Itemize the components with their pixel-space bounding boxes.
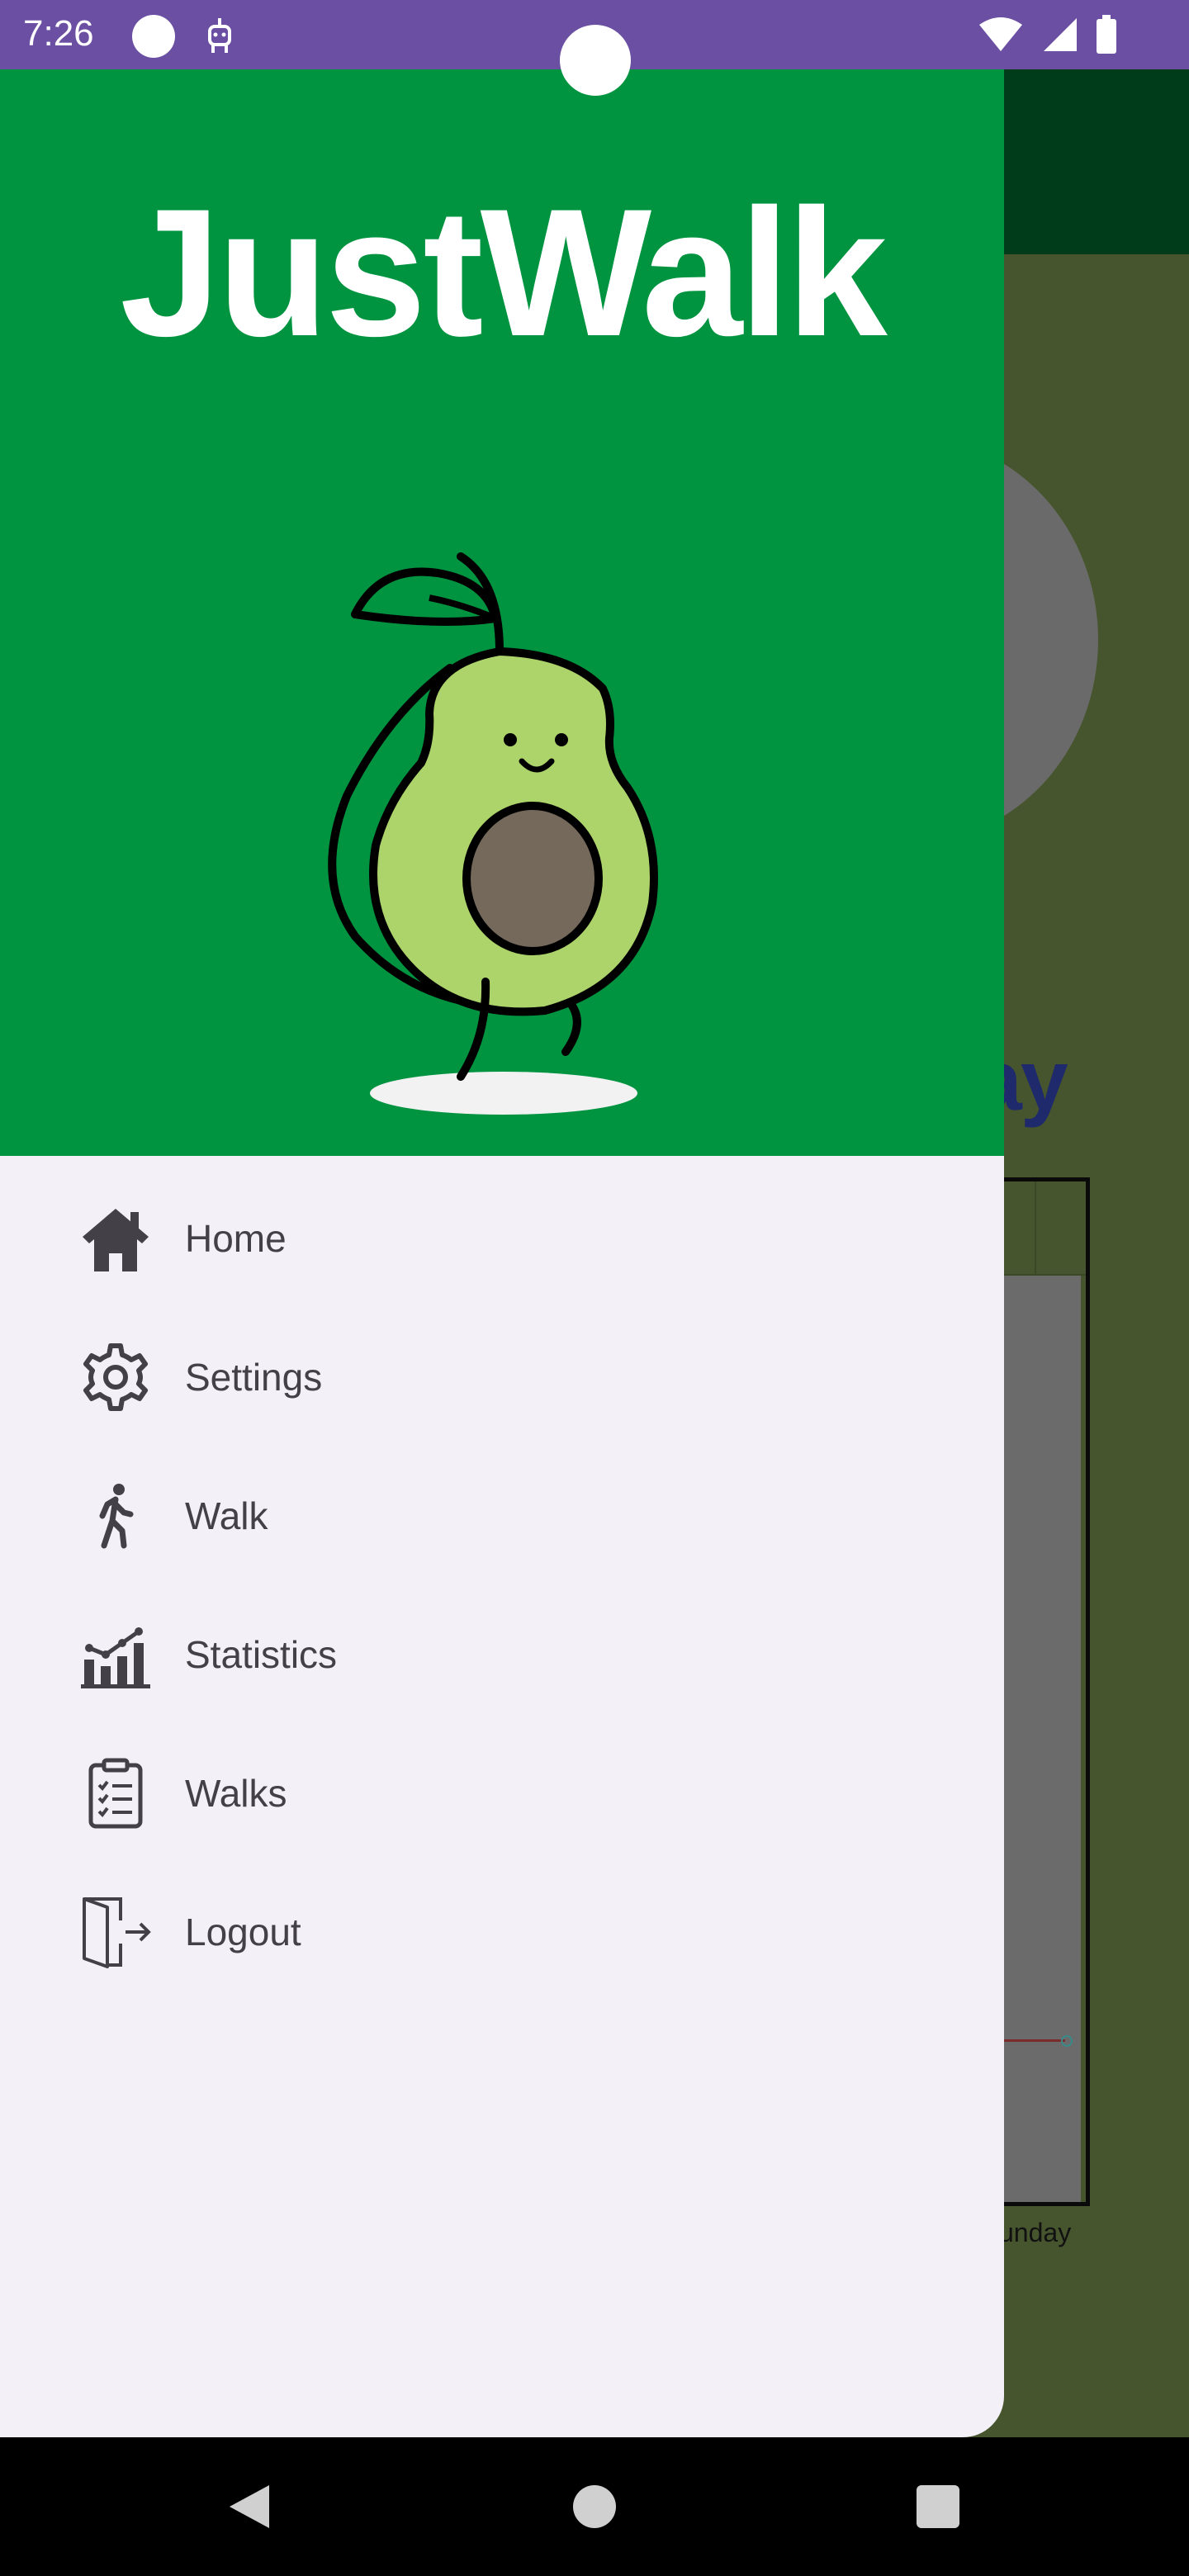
camera-cutout xyxy=(560,25,631,96)
menu-item-label: Home xyxy=(185,1217,287,1260)
menu-item-label: Logout xyxy=(185,1911,301,1953)
menu-item-walks[interactable]: Walks xyxy=(0,1727,1004,1859)
recents-icon[interactable] xyxy=(912,2480,964,2533)
cellular-signal-icon xyxy=(1044,18,1077,51)
walking-person-icon xyxy=(99,1484,134,1549)
app-title: JustWalk xyxy=(120,171,888,374)
menu-item-settings[interactable]: Settings xyxy=(0,1311,1004,1443)
avocado-mascot-icon xyxy=(328,552,658,1115)
clipboard-list-icon xyxy=(88,1758,143,1829)
home-button-icon[interactable] xyxy=(568,2480,621,2533)
notification-dot-icon xyxy=(132,15,175,58)
menu-item-label: Walk xyxy=(185,1494,268,1537)
back-icon[interactable] xyxy=(223,2480,276,2533)
menu-item-logout[interactable]: Logout xyxy=(0,1866,1004,1998)
home-icon xyxy=(83,1209,149,1271)
background-chart-line xyxy=(1003,2039,1065,2042)
menu-item-walk[interactable]: Walk xyxy=(0,1450,1004,1582)
status-time: 7:26 xyxy=(23,13,94,54)
wifi-icon xyxy=(979,17,1022,51)
navigation-drawer: JustWalk Home Settings Walk Statistics W… xyxy=(0,69,1004,2437)
gear-icon xyxy=(83,1343,148,1411)
drawer-header: JustWalk xyxy=(0,69,1004,1156)
background-chart-point xyxy=(1061,2035,1073,2047)
menu-item-statistics[interactable]: Statistics xyxy=(0,1589,1004,1721)
accessibility-icon xyxy=(208,18,231,53)
menu-item-label: Statistics xyxy=(185,1633,338,1676)
menu-item-label: Walks xyxy=(185,1772,287,1815)
menu-item-home[interactable]: Home xyxy=(0,1172,1004,1305)
menu-item-label: Settings xyxy=(185,1356,323,1399)
bar-chart-icon xyxy=(81,1627,150,1688)
system-nav-bar xyxy=(0,2437,1189,2576)
logout-door-icon xyxy=(83,1897,151,1968)
battery-icon xyxy=(1097,15,1116,54)
background-chart-xlabel: unday xyxy=(999,2218,1072,2247)
